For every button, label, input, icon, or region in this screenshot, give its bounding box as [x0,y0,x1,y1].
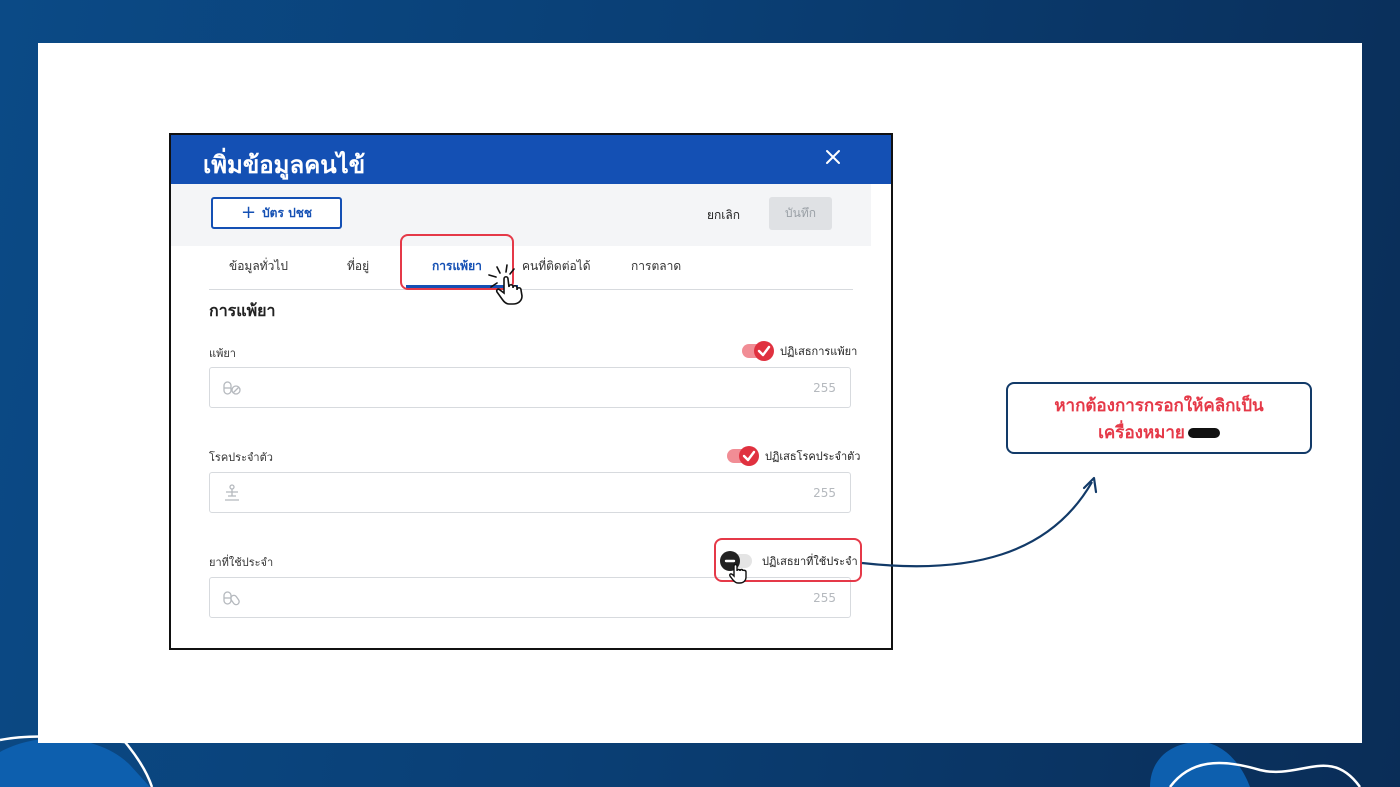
regular-medicine-counter: 255 [813,591,836,605]
modal-toolbar: + บัตร ปชช ยกเลิก บันทึก [171,184,871,246]
deny-chronic-disease-label: ปฏิเสธโรคประจำตัว [765,450,861,463]
chronic-disease-input[interactable]: 255 [209,472,851,513]
person-icon [225,484,239,501]
callout-line-1: หากต้องการกรอกให้คลิกเป็น [1054,396,1264,416]
add-id-card-button[interactable]: + บัตร ปชช [211,197,342,229]
deny-drug-allergy-label: ปฏิเสธการแพ้ยา [780,345,858,358]
tab-marketing[interactable]: การตลาด [631,257,681,276]
check-icon [739,446,759,466]
modal-header: เพิ่มข้อมูลคนไข้ [171,135,891,184]
click-hand-icon [729,563,747,584]
chronic-disease-label: โรคประจำตัว [209,451,273,464]
regular-medicine-label: ยาที่ใช้ประจำ [209,556,274,569]
instruction-callout: หากต้องการกรอกให้คลิกเป็น เครื่องหมาย [1006,382,1312,454]
id-card-button-label: บัตร ปชช [262,205,313,220]
drug-allergy-input[interactable]: 255 [209,367,851,408]
medicine-icon [223,591,240,606]
deny-chronic-disease-toggle[interactable] [727,446,759,466]
deny-drug-allergy-toggle-row: ปฏิเสธการแพ้ยา [742,341,858,361]
click-hand-icon [488,264,523,305]
toggle-symbol-icon [1187,428,1220,438]
deny-drug-allergy-toggle[interactable] [742,341,774,361]
save-button[interactable]: บันทึก [769,197,832,230]
drug-allergy-label: แพ้ยา [209,347,236,360]
close-icon[interactable] [823,147,843,167]
callout-line-2: เครื่องหมาย [1098,423,1185,443]
section-title: การแพ้ยา [209,301,276,320]
chronic-disease-counter: 255 [813,486,836,500]
pill-icon [223,381,241,395]
pointer-arrow [861,476,1098,568]
add-patient-modal: เพิ่มข้อมูลคนไข้ + บัตร ปชช ยกเลิก บันทึ… [169,133,893,650]
tab-general-info[interactable]: ข้อมูลทั่วไป [229,257,288,276]
plus-icon: + [240,202,257,223]
drug-allergy-counter: 255 [813,381,836,395]
check-icon [754,341,774,361]
modal-title: เพิ่มข้อมูลคนไข้ [203,151,366,179]
callout-line-2-wrap: เครื่องหมาย [1008,420,1310,447]
regular-medicine-input[interactable]: 255 [209,577,851,618]
deny-chronic-disease-toggle-row: ปฏิเสธโรคประจำตัว [727,446,861,466]
tab-address[interactable]: ที่อยู่ [347,257,369,276]
cancel-button[interactable]: ยกเลิก [707,206,740,225]
